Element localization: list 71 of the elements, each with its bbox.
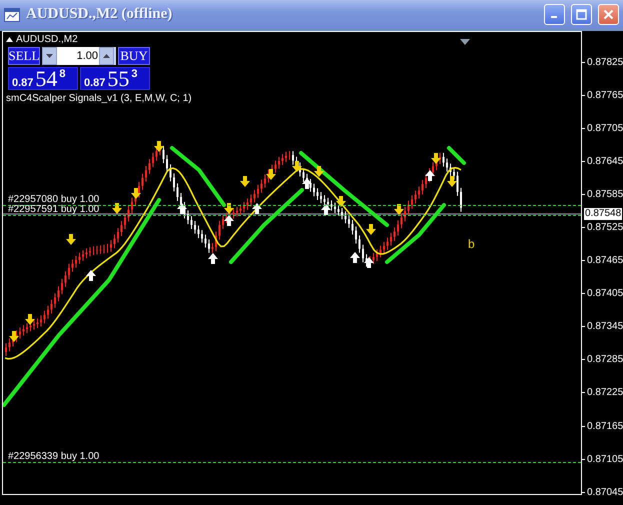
up-arrow-icon <box>425 170 435 181</box>
order-label: #22956339 buy 1.00 <box>8 451 100 462</box>
down-arrow-icon <box>154 141 164 152</box>
down-arrow-icon <box>266 169 276 180</box>
price-fraction: 3 <box>131 68 138 80</box>
minimize-button[interactable] <box>544 4 565 25</box>
up-arrow-icon <box>252 203 262 214</box>
down-arrow-icon <box>131 188 141 199</box>
up-arrow-icon <box>302 178 312 189</box>
caret-up-icon <box>103 54 110 58</box>
order-label: #22957080 buy 1.00 <box>8 194 100 205</box>
up-arrow-icon <box>350 252 360 263</box>
axis-price-label: 0.87465 <box>587 255 623 266</box>
collapse-triangle-icon[interactable] <box>6 37 13 42</box>
order-label: #22957591 buy 1.00 <box>8 204 100 215</box>
close-icon <box>603 9 614 20</box>
axis-price-label: 0.87645 <box>587 156 623 167</box>
axis-price-label: 0.87285 <box>587 354 623 366</box>
increase-button[interactable] <box>99 47 114 65</box>
down-arrow-icon <box>224 203 234 214</box>
price-fraction: 8 <box>59 68 66 80</box>
maximize-button[interactable] <box>571 4 592 25</box>
axis-price-label: 0.87345 <box>587 321 623 332</box>
down-arrow-icon <box>240 176 250 187</box>
up-arrow-icon <box>364 257 374 268</box>
axis-price-label: 0.87105 <box>587 454 623 465</box>
buy-button[interactable]: BUY <box>118 47 150 65</box>
trend-line <box>447 146 466 165</box>
down-arrow-icon <box>9 331 19 342</box>
axis-price-label: 0.87765 <box>587 90 623 101</box>
up-arrow-icon <box>208 253 218 264</box>
price-prefix: 0.87 <box>12 77 34 89</box>
up-arrow-icon <box>321 204 331 215</box>
axis-price-label: 0.87825 <box>587 56 623 68</box>
down-arrow-icon <box>366 224 376 235</box>
down-arrow-icon <box>431 153 441 164</box>
price-pips: 54 <box>35 68 58 90</box>
current-price-tag: 0.87548 <box>584 208 622 220</box>
down-arrow-icon <box>336 196 346 207</box>
chart-symbol: AUDUSD.,M2 <box>16 34 78 45</box>
chart-window-icon <box>4 8 20 22</box>
indicator-label: smC4Scalper Signals_v1 (3, E,M,W, C; 1) <box>6 93 193 104</box>
axis-price-label: 0.87225 <box>587 387 623 398</box>
axis-price-label: 0.87165 <box>587 420 623 432</box>
close-button[interactable] <box>598 4 619 25</box>
down-arrow-icon <box>292 161 302 172</box>
axis-price-label: 0.87405 <box>587 288 623 300</box>
maximize-icon <box>576 9 587 20</box>
signal-letter: b <box>468 237 475 251</box>
window-title: AUDUSD.,M2 (offline) <box>26 6 174 23</box>
up-arrow-icon <box>224 215 234 226</box>
trend-line <box>170 146 226 207</box>
price-pips: 55 <box>107 68 130 90</box>
sell-button[interactable]: SELL <box>8 47 40 65</box>
axis-price-label: 0.87525 <box>587 222 623 233</box>
down-arrow-icon <box>447 176 457 187</box>
chart-shift-icon[interactable] <box>460 39 470 45</box>
price-prefix: 0.87 <box>84 77 106 89</box>
caret-down-icon <box>46 54 53 58</box>
down-arrow-icon <box>314 166 324 177</box>
axis-price-label: 0.87585 <box>587 188 623 200</box>
down-arrow-icon <box>66 234 76 245</box>
down-arrow-icon <box>394 204 404 215</box>
up-arrow-icon <box>86 270 96 281</box>
axis-price-label: 0.87045 <box>587 486 623 498</box>
up-arrow-icon <box>177 203 187 214</box>
down-arrow-icon <box>25 314 35 325</box>
axis-price-label: 0.87705 <box>587 122 623 134</box>
down-arrow-icon <box>112 203 122 214</box>
lot-size-spinner[interactable]: 1.00 <box>42 47 116 65</box>
decrease-button[interactable] <box>42 47 57 65</box>
